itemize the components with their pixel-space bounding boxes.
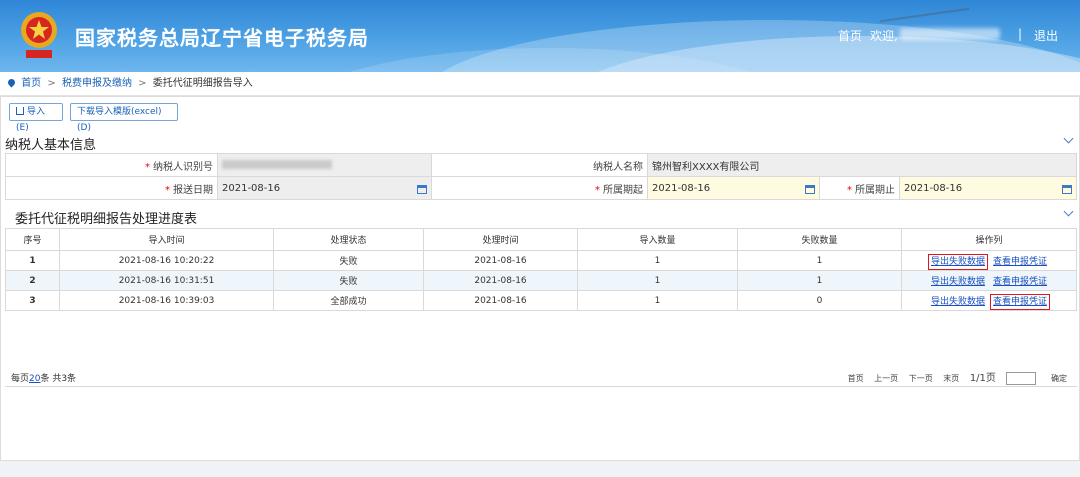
view-declaration-voucher-link[interactable]: 查看申报凭证	[993, 257, 1047, 267]
taxpayer-id-field	[217, 153, 432, 177]
table-row: 3 2021-08-16 10:39:03 全部成功 2021-08-16 1 …	[5, 290, 1077, 311]
pager-controls: 首页 上一页 下一页 末页 1/1页 确定	[840, 369, 1067, 385]
row-actions: 导出失败数据 查看申报凭证	[901, 250, 1077, 271]
col-header-process-time: 处理时间	[423, 228, 578, 251]
breadcrumb-home[interactable]: 首页	[21, 78, 41, 89]
user-name-blurred	[900, 28, 1000, 40]
breadcrumb-current: 委托代征明细报告导入	[152, 78, 253, 89]
per-page-selector[interactable]: 20	[29, 374, 40, 384]
breadcrumb-separator: >	[138, 78, 147, 89]
row-actions: 导出失败数据 查看申报凭证	[901, 270, 1077, 291]
report-date-label-cell: * 报送日期	[5, 176, 218, 200]
breadcrumb-separator: >	[47, 78, 56, 89]
pager-prev-button[interactable]: 上一页	[874, 374, 898, 383]
main-panel: 导入(E) 下载导入模版(excel)(D) 纳税人基本信息 * 纳税人识别号 纳…	[0, 96, 1080, 461]
collapse-chevron-icon[interactable]	[1063, 206, 1074, 217]
breadcrumb-tax-filing[interactable]: 税费申报及缴纳	[62, 78, 132, 89]
taxpayer-id-blurred	[222, 160, 332, 169]
view-declaration-voucher-link[interactable]: 查看申报凭证	[993, 277, 1047, 287]
row-fail-count: 1	[737, 250, 902, 271]
row-import-time: 2021-08-16 10:20:22	[59, 250, 274, 271]
progress-section-title: 委托代征税明细报告处理进度表	[15, 212, 198, 227]
taxpayer-name-label-cell: 纳税人名称	[431, 153, 648, 177]
site-title: 国家税务总局辽宁省电子税务局	[75, 26, 369, 50]
report-date-value: 2021-08-16	[222, 182, 281, 194]
taxpayer-name-field: 锦州智利XXXX有限公司	[647, 153, 1077, 177]
row-index: 1	[5, 250, 60, 271]
row-import-count: 1	[577, 290, 738, 311]
upload-icon	[16, 107, 24, 115]
row-import-count: 1	[577, 250, 738, 271]
breadcrumb: 首页 > 税费申报及缴纳 > 委托代征明细报告导入	[0, 72, 1080, 96]
pager-next-button[interactable]: 下一页	[909, 374, 933, 383]
taxpayer-section-title: 纳税人基本信息	[5, 138, 97, 153]
period-start-label-cell: * 所属期起	[431, 176, 648, 200]
logout-link[interactable]: 退出	[1034, 27, 1058, 44]
row-index: 3	[5, 290, 60, 311]
row-status: 失败	[273, 270, 424, 291]
pager-page-info: 1/1页	[969, 373, 996, 384]
period-end-field[interactable]: 2021-08-16	[899, 176, 1077, 200]
row-fail-count: 0	[737, 290, 902, 311]
row-actions: 导出失败数据 查看申报凭证	[901, 290, 1077, 311]
table-row: 2 2021-08-16 10:31:51 失败 2021-08-16 1 1 …	[5, 270, 1077, 291]
period-end-label: 所属期止	[855, 184, 895, 196]
period-end-value: 2021-08-16	[904, 182, 963, 194]
calendar-icon[interactable]	[1062, 184, 1072, 194]
site-header: 国家税务总局辽宁省电子税务局 首页 欢迎, | 退出	[0, 0, 1080, 72]
col-header-import-count: 导入数量	[577, 228, 738, 251]
taxpayer-id-label-cell: * 纳税人识别号	[5, 153, 218, 177]
row-status: 全部成功	[273, 290, 424, 311]
export-failed-data-link[interactable]: 导出失败数据	[931, 297, 985, 307]
nav-separator: |	[1018, 27, 1023, 41]
calendar-icon[interactable]	[805, 184, 815, 194]
row-process-time: 2021-08-16	[423, 290, 578, 311]
col-header-fail-count: 失败数量	[737, 228, 902, 251]
view-declaration-voucher-link[interactable]: 查看申报凭证	[989, 294, 1051, 310]
table-row: 1 2021-08-16 10:20:22 失败 2021-08-16 1 1 …	[5, 250, 1077, 271]
row-index: 2	[5, 270, 60, 291]
progress-table: 序号 导入时间 处理状态 处理时间 导入数量 失败数量 操作列 1 2021-0…	[5, 228, 1077, 311]
row-import-time: 2021-08-16 10:39:03	[59, 290, 274, 311]
report-date-field[interactable]: 2021-08-16	[217, 176, 432, 200]
nav-welcome-text: 欢迎,	[870, 29, 898, 43]
taxpayer-info-form: * 纳税人识别号 纳税人名称 锦州智利XXXX有限公司 * 报送日期 2021-08…	[5, 153, 1077, 200]
download-template-button[interactable]: 下载导入模版(excel)(D)	[70, 103, 178, 133]
export-failed-data-link[interactable]: 导出失败数据	[931, 277, 985, 287]
row-fail-count: 1	[737, 270, 902, 291]
col-header-index: 序号	[5, 228, 60, 251]
tax-emblem-icon	[21, 12, 57, 58]
pager-divider	[5, 386, 1077, 387]
row-status: 失败	[273, 250, 424, 271]
calendar-icon[interactable]	[417, 184, 427, 194]
page-number-input[interactable]	[1006, 372, 1037, 385]
per-page-suffix: 条 共3条	[40, 374, 77, 384]
pager-confirm-button[interactable]: 确定	[1051, 374, 1067, 383]
nav-home-link[interactable]: 首页	[838, 27, 862, 44]
table-header-row: 序号 导入时间 处理状态 处理时间 导入数量 失败数量 操作列	[5, 228, 1077, 251]
col-header-status: 处理状态	[273, 228, 424, 251]
row-import-time: 2021-08-16 10:31:51	[59, 270, 274, 291]
per-page-prefix: 每页	[11, 374, 30, 384]
report-date-label: 报送日期	[173, 184, 213, 196]
row-process-time: 2021-08-16	[423, 250, 578, 271]
export-failed-data-link[interactable]: 导出失败数据	[927, 254, 989, 270]
pager-summary: 每页20条 共3条	[11, 371, 76, 384]
row-process-time: 2021-08-16	[423, 270, 578, 291]
taxpayer-id-label: 纳税人识别号	[153, 161, 213, 173]
import-button[interactable]: 导入(E)	[9, 103, 63, 133]
taxpayer-name-label: 纳税人名称	[593, 161, 643, 173]
period-start-label: 所属期起	[603, 184, 643, 196]
pager-last-button[interactable]: 末页	[943, 374, 959, 383]
period-start-field[interactable]: 2021-08-16	[647, 176, 820, 200]
location-pin-icon	[6, 77, 17, 88]
period-start-value: 2021-08-16	[652, 182, 711, 194]
col-header-import-time: 导入时间	[59, 228, 274, 251]
collapse-chevron-icon[interactable]	[1063, 133, 1074, 144]
row-import-count: 1	[577, 270, 738, 291]
col-header-actions: 操作列	[901, 228, 1077, 251]
period-end-label-cell: * 所属期止	[819, 176, 900, 200]
pager-first-button[interactable]: 首页	[848, 374, 864, 383]
